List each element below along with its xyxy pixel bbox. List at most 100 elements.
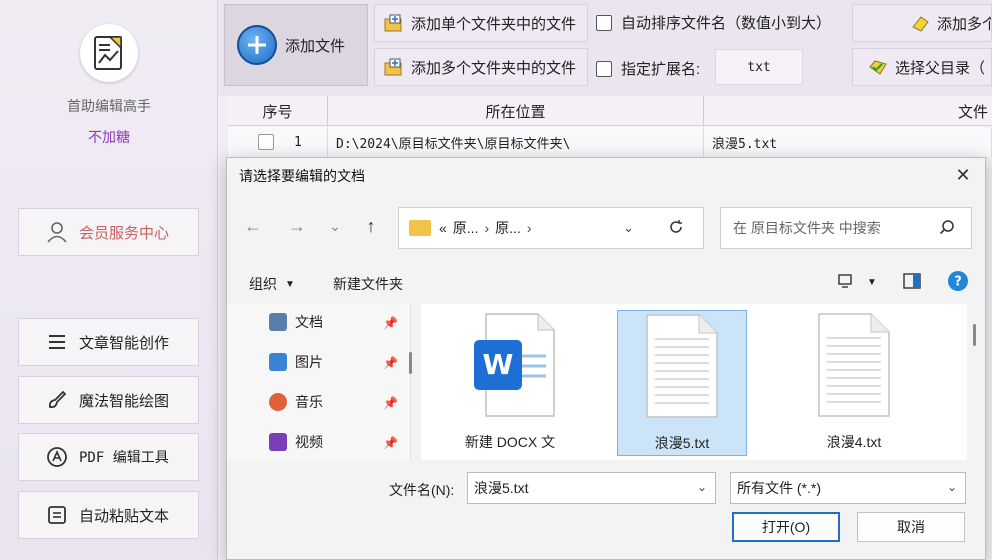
svg-text:W: W	[483, 348, 514, 381]
chevron-down-icon[interactable]: ⌄	[947, 480, 957, 494]
app-logo-icon	[80, 24, 138, 82]
up-arrow-icon[interactable]: ↑	[359, 214, 383, 238]
sidebar-item-pdf[interactable]: PDF 编辑工具	[18, 433, 199, 481]
row-index: 1	[294, 134, 302, 150]
folder-icon	[409, 220, 431, 236]
refresh-icon[interactable]	[667, 218, 685, 239]
file-type-select[interactable]: 所有文件 (*.*) ⌄	[730, 472, 966, 504]
forward-arrow-icon[interactable]: →	[285, 214, 309, 238]
file-name: 新建 DOCX 文	[464, 434, 556, 450]
plus-icon	[237, 25, 277, 65]
back-arrow-icon[interactable]: ←	[241, 214, 265, 238]
user-icon	[45, 220, 69, 244]
file-list-scrollbar[interactable]	[973, 324, 976, 346]
specify-ext-label: 指定扩展名:	[621, 61, 701, 78]
help-icon[interactable]: ?	[947, 270, 969, 292]
table-header: 序号 所在位置 文件	[228, 96, 992, 126]
file-item[interactable]: W 新建 DOCX 文	[445, 310, 575, 456]
view-menu[interactable]: ▼	[837, 273, 877, 292]
organize-menu[interactable]: 组织 ▼	[249, 274, 295, 294]
command-bar: 组织 ▼ 新建文件夹 ▼ ?	[227, 266, 987, 302]
documents-icon	[269, 313, 287, 331]
recent-chevron-down-icon[interactable]: ⌄	[323, 214, 347, 238]
preview-pane-icon[interactable]	[903, 273, 921, 289]
cancel-button[interactable]: 取消	[857, 512, 965, 542]
row-location: D:\2024\原目标文件夹\原目标文件夹\	[328, 127, 704, 157]
videos-icon	[269, 433, 287, 451]
open-file-dialog: 请选择要编辑的文档 ✕ ← → ⌄ ↑ « 原... › 原... › ⌄ 在 …	[226, 157, 986, 560]
dialog-title: 请选择要编辑的文档	[239, 168, 365, 184]
sidebar-item-label: 文章智能创作	[79, 334, 170, 352]
brush-icon	[45, 388, 69, 412]
view-icon	[837, 273, 853, 292]
list-icon	[45, 330, 69, 354]
eraser-icon	[909, 13, 931, 33]
row-file: 浪漫5.txt	[704, 127, 992, 157]
column-header-file[interactable]: 文件	[704, 96, 992, 126]
auto-sort-checkbox[interactable]	[596, 14, 612, 31]
paste-icon	[45, 503, 69, 527]
sidebar-item-paste[interactable]: 自动粘贴文本	[18, 491, 199, 539]
check-shield-icon	[867, 57, 889, 77]
file-list: W 新建 DOCX 文 浪漫5.txt 浪漫4.txt	[421, 304, 967, 460]
address-dropdown-icon[interactable]: ⌄	[623, 220, 634, 236]
sidebar-item-article[interactable]: 文章智能创作	[18, 318, 199, 366]
nav-item-documents[interactable]: 文档	[269, 310, 323, 334]
pin-icon[interactable]: 📌	[383, 436, 398, 450]
address-segment[interactable]: 原...	[495, 218, 521, 238]
address-overflow[interactable]: «	[439, 220, 447, 236]
search-icon	[939, 219, 955, 238]
pin-icon[interactable]: 📌	[383, 396, 398, 410]
column-header-index[interactable]: 序号	[228, 96, 328, 126]
pin-icon[interactable]: 📌	[383, 356, 398, 370]
add-file-button[interactable]: 添加文件	[224, 4, 368, 86]
address-separator[interactable]: ›	[484, 220, 489, 236]
specify-ext-checkbox[interactable]	[596, 60, 612, 77]
add-multi-right-button[interactable]: 添加多个	[852, 4, 992, 42]
nav-item-label: 文档	[295, 314, 323, 330]
toolbar: 添加文件 添加单个文件夹中的文件 添加多个文件夹中的文件 自动排序文件名（数值小…	[218, 0, 992, 96]
choose-parent-label: 选择父目录（	[895, 59, 986, 77]
pin-icon[interactable]: 📌	[383, 316, 398, 330]
table-row[interactable]: 1 D:\2024\原目标文件夹\原目标文件夹\ 浪漫5.txt	[228, 127, 992, 157]
address-separator[interactable]: ›	[527, 220, 532, 236]
file-name: 浪漫5.txt	[654, 435, 710, 451]
pictures-icon	[269, 353, 287, 371]
chevron-down-icon[interactable]: ⌄	[697, 480, 707, 494]
file-item[interactable]: 浪漫4.txt	[789, 310, 919, 456]
navigation-pane: 文档 图片 音乐 视频 📌 📌 📌 📌	[227, 304, 412, 460]
extension-input[interactable]: txt	[715, 49, 803, 85]
sidebar-item-label: 魔法智能绘图	[79, 392, 170, 410]
caret-down-icon: ▼	[285, 278, 295, 290]
svg-text:?: ?	[954, 275, 962, 290]
nav-item-pictures[interactable]: 图片	[269, 350, 323, 374]
member-service-button[interactable]: 会员服务中心	[18, 208, 199, 256]
new-folder-button[interactable]: 新建文件夹	[333, 274, 403, 294]
sidebar-item-drawing[interactable]: 魔法智能绘图	[18, 376, 199, 424]
close-icon[interactable]: ✕	[947, 162, 979, 188]
add-multi-folder-button[interactable]: 添加多个文件夹中的文件	[374, 48, 588, 86]
search-input[interactable]: 在 原目标文件夹 中搜索	[720, 207, 972, 249]
column-header-location[interactable]: 所在位置	[328, 96, 704, 126]
word-document-icon: W	[474, 313, 555, 417]
filename-value: 浪漫5.txt	[474, 480, 529, 496]
nav-item-label: 视频	[295, 434, 323, 450]
choose-parent-button[interactable]: 选择父目录（	[852, 48, 992, 86]
music-icon	[269, 393, 287, 411]
nav-pane-scrollbar[interactable]	[409, 352, 412, 374]
add-multi-right-label: 添加多个	[937, 15, 992, 33]
file-item-selected[interactable]: 浪漫5.txt	[617, 310, 747, 456]
address-bar[interactable]: « 原... › 原... › ⌄	[398, 207, 704, 249]
add-multi-folder-label: 添加多个文件夹中的文件	[411, 59, 577, 77]
add-single-folder-button[interactable]: 添加单个文件夹中的文件	[374, 4, 588, 42]
filename-input[interactable]: 浪漫5.txt ⌄	[467, 472, 716, 504]
open-button[interactable]: 打开(O)	[732, 512, 840, 542]
app-name: 首助编辑高手	[67, 98, 151, 114]
search-placeholder: 在 原目标文件夹 中搜索	[733, 220, 881, 236]
auto-sort-checkbox-row[interactable]: 自动排序文件名（数值小到大）	[596, 12, 831, 33]
address-segment[interactable]: 原...	[453, 218, 479, 238]
specify-ext-checkbox-row[interactable]: 指定扩展名:	[596, 58, 700, 79]
nav-item-music[interactable]: 音乐	[269, 390, 323, 414]
row-checkbox[interactable]	[258, 134, 274, 150]
nav-item-videos[interactable]: 视频	[269, 430, 323, 454]
